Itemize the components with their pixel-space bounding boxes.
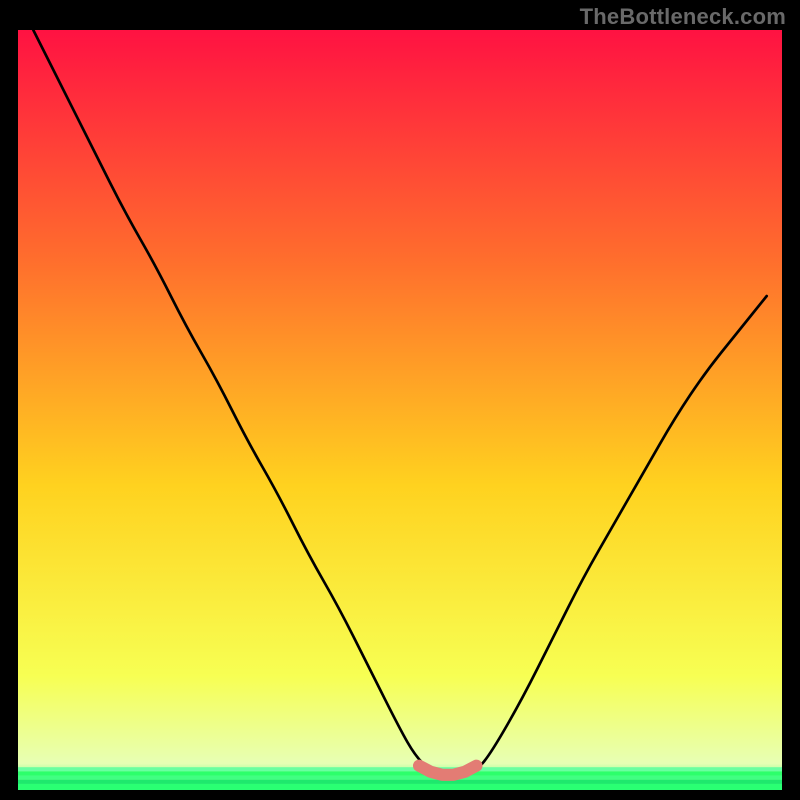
- green-band: [18, 767, 782, 790]
- bottleneck-chart: [18, 30, 782, 790]
- watermark-text: TheBottleneck.com: [580, 4, 786, 30]
- gradient-background: [18, 30, 782, 790]
- chart-frame: TheBottleneck.com: [0, 0, 800, 800]
